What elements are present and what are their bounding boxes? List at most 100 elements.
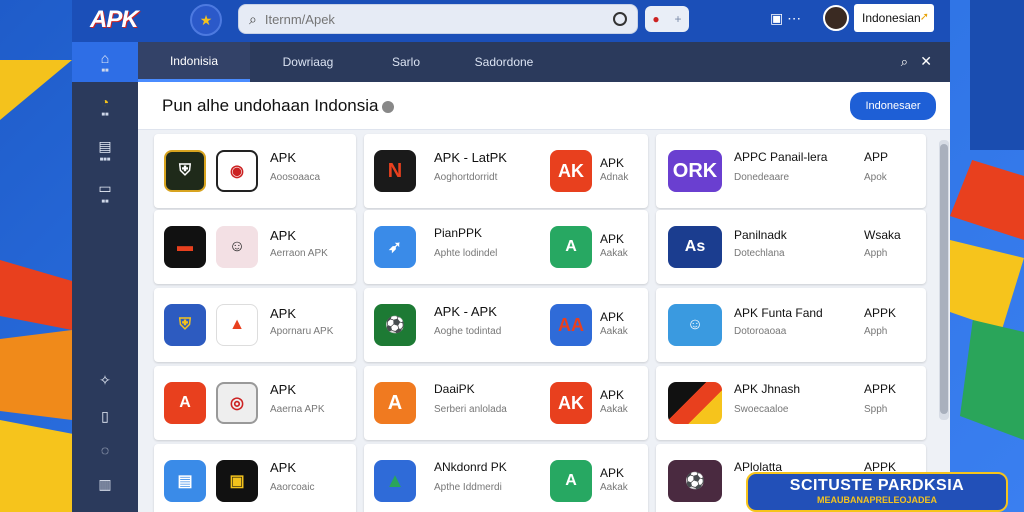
tab-sarlo[interactable]: Sarlo — [366, 42, 446, 82]
avatar[interactable] — [823, 5, 849, 31]
page-title: Pun alhe undohaan Indonsia — [162, 96, 395, 116]
app-subtitle: Spph — [864, 404, 888, 415]
app-card[interactable]: ▬ ☺ APK Aerraon APK — [154, 210, 356, 284]
sidebar-item-clock[interactable]: ◔ ■■ — [72, 86, 138, 126]
sidebar-item-apps[interactable]: ▤ ■■■ — [72, 130, 138, 170]
app-subtitle: Apornaru APK — [270, 326, 334, 337]
app-icon: ▣ — [216, 460, 258, 502]
sidebar-item-share[interactable]: ✧ — [72, 360, 138, 400]
sidebar-label: ■■ — [101, 68, 109, 74]
app-icon: ◎ — [216, 382, 258, 424]
clock-icon: ◔ — [100, 94, 110, 110]
settings-icon: ▥ — [98, 475, 112, 492]
app-icon: AA — [550, 304, 592, 346]
sidebar-label: ■■ — [101, 112, 109, 118]
app-card[interactable]: ☺ APK Funta Fand Dotoroaoaa APPK Apph — [656, 288, 926, 362]
window-icons[interactable]: ▣ ⋯ — [770, 10, 801, 27]
app-icon: ▲ — [216, 304, 258, 346]
app-card[interactable]: ▤ ▣ APK Aaorcoaic — [154, 444, 356, 512]
app-subtitle: Dotechlana — [734, 248, 785, 259]
app-title: APPC Panail-lera — [734, 150, 828, 164]
search-icon[interactable]: ⌕ — [901, 54, 908, 70]
app-card[interactable]: ⛨ ▲ APK Apornaru APK — [154, 288, 356, 362]
app-title: APPK — [864, 306, 897, 320]
clear-icon[interactable] — [613, 12, 627, 26]
app-icon: AK — [550, 382, 592, 424]
app-icon: A — [550, 226, 592, 268]
sidebar-label: ■■■ — [99, 156, 111, 163]
app-title: ANkdonrd PK — [434, 460, 507, 474]
info-icon: ▯ — [101, 407, 109, 424]
app-title: APK Jhnash — [734, 382, 801, 396]
user-menu[interactable]: Indonesian ➚ — [854, 4, 934, 32]
bg-shape — [950, 240, 1024, 330]
folder-icon: ▭ — [98, 179, 112, 196]
bg-shape — [960, 320, 1024, 440]
app-subtitle: Serberi anlolada — [434, 404, 507, 415]
app-card[interactable]: ORK APPC Panail-lera Donedeaare APP Apok — [656, 134, 926, 208]
app-title: APK Funta Fand — [734, 306, 823, 320]
app-title: APK — [270, 382, 297, 397]
sidebar-item-settings[interactable]: ▥ — [72, 464, 138, 504]
bg-shape — [950, 160, 1024, 240]
banner-title: SCITUSTE PARDKSIA — [789, 477, 965, 494]
app-card[interactable]: APK Jhnash Swoecaaloe APPK Spph — [656, 366, 926, 440]
window-icon[interactable]: ▣ — [770, 10, 783, 26]
app-card[interactable]: ⛨ ◉ APK Aoosoaaca — [154, 134, 356, 208]
sidebar: ⌂ ■■ ◔ ■■ ▤ ■■■ ▭ ■■ ✧ ▯ ◌ ▥ — [72, 42, 138, 512]
app-icon — [668, 382, 722, 424]
app-icon: ▲ — [374, 460, 416, 502]
tab-indonisia[interactable]: Indonisia — [138, 42, 250, 82]
sidebar-item-home[interactable]: ⌂ ■■ — [72, 42, 138, 82]
promo-banner[interactable]: SCITUSTE PARDKSIA MEAUBANAPRELEOJADEA — [746, 472, 1008, 512]
brand-badge-icon[interactable]: ★ — [190, 4, 222, 36]
shield-icon: ⛨ — [164, 150, 206, 192]
app-subtitle: Aakak — [600, 482, 628, 493]
apps-icon: ▤ — [98, 137, 112, 154]
tab-sadordone[interactable]: Sadordone — [446, 42, 562, 82]
scrollbar[interactable] — [939, 140, 949, 420]
search-input[interactable] — [264, 11, 605, 27]
app-logo[interactable]: APK — [90, 6, 139, 34]
info-icon[interactable] — [382, 100, 395, 113]
app-card[interactable]: ⚽ APK - APK Aoghe todintad AA APK Aakak — [364, 288, 648, 362]
app-title: APK — [270, 306, 297, 321]
app-card[interactable]: A ◎ APK Aaerna APK — [154, 366, 356, 440]
app-icon: ORK — [668, 150, 722, 192]
app-title: APK — [600, 388, 625, 402]
app-subtitle: Aoghortdorridt — [434, 172, 498, 183]
more-icon[interactable]: ⋯ — [787, 10, 801, 26]
action-button[interactable]: Indonesaer — [850, 92, 936, 120]
app-title: APK — [600, 156, 625, 170]
app-title: APK — [600, 310, 625, 324]
app-icon: A — [164, 382, 206, 424]
bg-shape — [0, 60, 72, 120]
record-button[interactable]: ● + — [645, 6, 689, 32]
tab-dowriaag[interactable]: Dowriaag — [250, 42, 366, 82]
close-icon[interactable]: ✕ — [920, 53, 932, 70]
app-subtitle: Swoecaaloe — [734, 404, 789, 415]
app-icon: As — [668, 226, 722, 268]
app-subtitle: Aakak — [600, 404, 628, 415]
app-subtitle: Aphte lodindel — [434, 248, 498, 259]
app-title: Panilnadk — [734, 228, 787, 242]
app-title: APPK — [864, 382, 897, 396]
badge-icon: ◉ — [216, 150, 258, 192]
sidebar-item-folder[interactable]: ▭ ■■ — [72, 172, 138, 212]
bg-shape — [0, 260, 72, 330]
search-bar[interactable]: ⌕ — [238, 4, 638, 34]
app-subtitle: Aaorcoaic — [270, 482, 315, 493]
tab-bar: Indonisia Dowriaag Sarlo Sadordone ⌕ ✕ — [138, 42, 950, 82]
app-subtitle: Apph — [864, 248, 888, 259]
app-card[interactable]: A DaaiPK Serberi anlolada AK APK Aakak — [364, 366, 648, 440]
app-card[interactable]: ▲ ANkdonrd PK Apthe Iddmerdi A APK Aakak — [364, 444, 648, 512]
app-icon: ⚽ — [374, 304, 416, 346]
app-title: PianPPK — [434, 226, 483, 240]
app-title: APP — [864, 150, 889, 164]
app-card[interactable]: N APK - LatPK Aoghortdorridt AK APK Adna… — [364, 134, 648, 208]
app-card[interactable]: As Panilnadk Dotechlana Wsaka Apph — [656, 210, 926, 284]
app-subtitle: Adnak — [600, 172, 629, 183]
app-card[interactable]: ➶ PianPPK Aphte lodindel A APK Aakak — [364, 210, 648, 284]
scrollbar-thumb[interactable] — [940, 144, 948, 414]
main-content: Pun alhe undohaan Indonsia Indonesaer ⛨ … — [138, 82, 950, 512]
